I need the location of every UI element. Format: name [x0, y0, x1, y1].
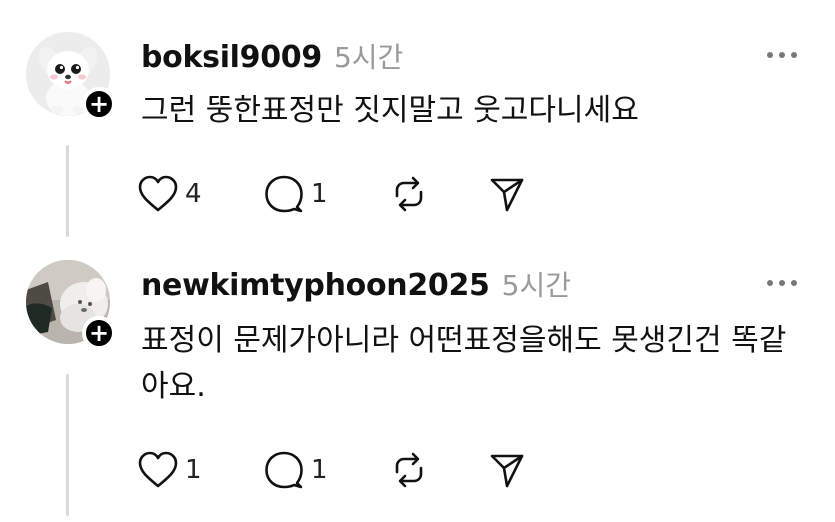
share-button[interactable]	[487, 174, 527, 214]
like-count: 1	[185, 455, 202, 485]
plus-icon: +	[88, 90, 110, 118]
timestamp: 5시간	[333, 41, 404, 74]
more-options-button[interactable]	[767, 280, 797, 286]
plus-icon: +	[88, 319, 110, 347]
timestamp: 5시간	[501, 269, 571, 302]
send-icon	[490, 178, 524, 212]
share-button[interactable]	[487, 450, 527, 490]
heart-icon	[138, 451, 178, 488]
like-button[interactable]: 4	[137, 174, 263, 214]
reply-count: 1	[311, 179, 328, 209]
comment-item: + newkimtyphoon2025 5시간 표정이 문제가아니라 어떤표정을…	[0, 252, 835, 522]
ellipsis-icon	[767, 280, 773, 286]
reply-button[interactable]: 1	[263, 174, 389, 214]
username[interactable]: boksil9009	[141, 40, 322, 75]
repost-icon	[395, 452, 423, 488]
repost-button[interactable]	[389, 450, 487, 490]
repost-icon	[395, 176, 423, 212]
heart-icon	[138, 175, 178, 212]
reply-button[interactable]: 1	[263, 450, 389, 490]
thread-line	[66, 145, 69, 237]
action-bar: 1 1	[137, 450, 527, 490]
like-button[interactable]: 1	[137, 450, 263, 490]
comment-text: 그런 뚱한표정만 짓지말고 웃고다니세요	[141, 93, 639, 128]
like-count: 4	[185, 179, 202, 209]
comment-header: boksil9009 5시간	[141, 36, 403, 76]
comment-icon	[265, 451, 303, 489]
reply-count: 1	[311, 455, 328, 485]
username[interactable]: newkimtyphoon2025	[141, 268, 490, 303]
send-icon	[490, 454, 524, 488]
repost-button[interactable]	[389, 174, 487, 214]
comment-header: newkimtyphoon2025 5시간	[141, 264, 571, 304]
thread-line	[66, 374, 69, 516]
action-bar: 4 1	[137, 174, 527, 214]
comment-item: + boksil9009 5시간 그런 뚱한표정만 짓지말고 웃고다니세요 4 …	[0, 0, 835, 252]
follow-button[interactable]: +	[82, 87, 116, 121]
comment-icon	[265, 175, 303, 213]
comment-text: 표정이 문제가아니라 어떤표정을해도 못생긴건 똑같아요.	[141, 323, 787, 404]
more-options-button[interactable]	[767, 52, 797, 58]
ellipsis-icon	[767, 52, 773, 58]
follow-button[interactable]: +	[82, 316, 116, 350]
